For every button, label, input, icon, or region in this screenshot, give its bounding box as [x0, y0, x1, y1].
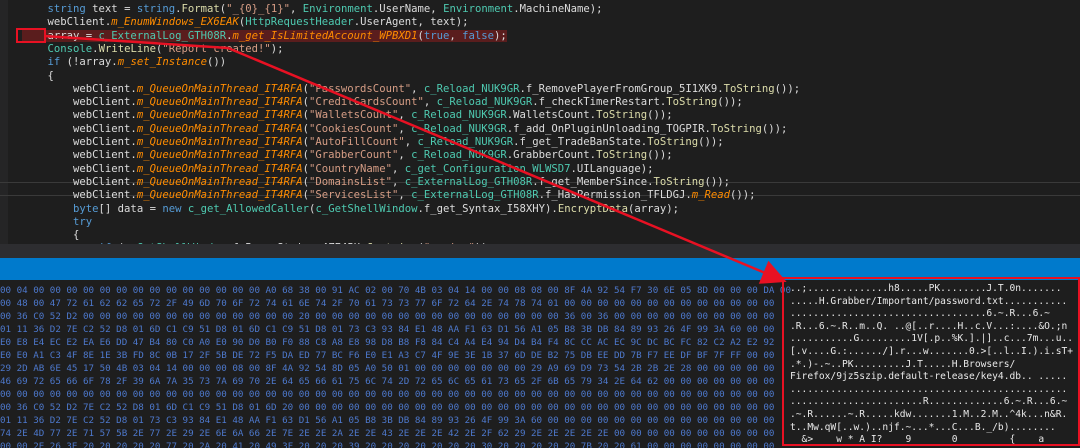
- annotation-arrow: [43, 34, 787, 284]
